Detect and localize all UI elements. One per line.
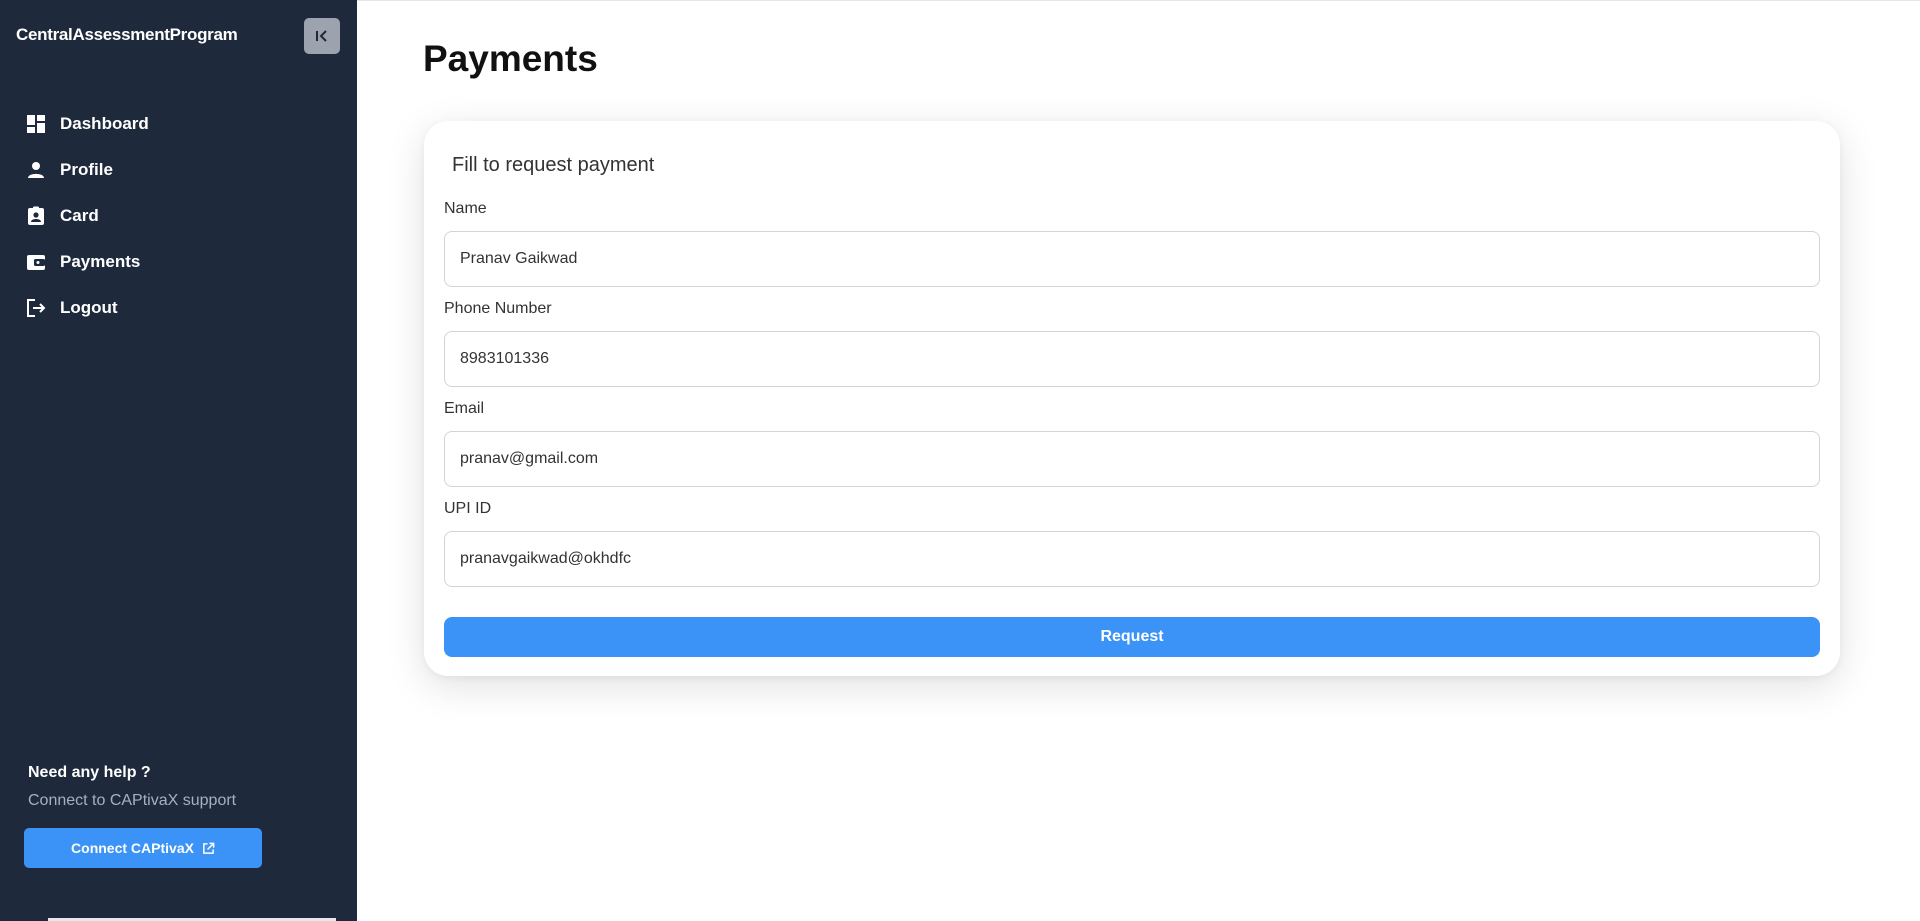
request-button[interactable]: Request bbox=[444, 617, 1820, 657]
phone-number-label: Phone Number bbox=[444, 300, 552, 317]
sidebar-item-label: Card bbox=[60, 206, 99, 225]
logout-icon bbox=[25, 297, 47, 319]
sidebar-item-payments[interactable]: Payments bbox=[0, 239, 357, 285]
connect-support-button[interactable]: Connect CAPtivaX bbox=[24, 828, 262, 868]
sidebar: CentralAssessmentProgram Dashboard Profi… bbox=[0, 0, 357, 921]
external-link-icon bbox=[202, 842, 215, 855]
payment-request-card: Fill to request payment Name Phone Numbe… bbox=[424, 121, 1840, 676]
email-label: Email bbox=[444, 400, 485, 417]
sidebar-item-dashboard[interactable]: Dashboard bbox=[0, 101, 357, 147]
sidebar-item-label: Profile bbox=[60, 160, 113, 179]
collapse-left-icon bbox=[314, 28, 330, 44]
phone-number-field[interactable] bbox=[444, 331, 1820, 387]
sidebar-item-profile[interactable]: Profile bbox=[0, 147, 357, 193]
id-card-icon bbox=[25, 205, 47, 227]
wallet-icon bbox=[25, 251, 47, 273]
help-title: Need any help ? bbox=[28, 764, 151, 781]
sidebar-item-label: Payments bbox=[60, 252, 141, 271]
page-title: Payments bbox=[423, 38, 598, 79]
brand-name: CentralAssessmentProgram bbox=[16, 25, 238, 44]
sidebar-item-label: Logout bbox=[60, 298, 118, 317]
help-section: Need any help ? Connect to CAPtivaX supp… bbox=[24, 764, 324, 810]
name-field[interactable] bbox=[444, 231, 1820, 287]
sidebar-nav: Dashboard Profile Card Payments Logout bbox=[0, 101, 357, 331]
upi-id-label: UPI ID bbox=[444, 500, 492, 517]
top-divider bbox=[357, 0, 1920, 1]
email-field[interactable] bbox=[444, 431, 1820, 487]
connect-support-label: Connect CAPtivaX bbox=[71, 840, 194, 856]
person-icon bbox=[25, 159, 47, 181]
sidebar-item-card[interactable]: Card bbox=[0, 193, 357, 239]
name-label: Name bbox=[444, 200, 487, 217]
upi-id-field[interactable] bbox=[444, 531, 1820, 587]
collapse-sidebar-button[interactable] bbox=[304, 18, 340, 54]
help-subtitle: Connect to CAPtivaX support bbox=[28, 792, 237, 809]
sidebar-item-label: Dashboard bbox=[60, 114, 149, 133]
dashboard-icon bbox=[25, 113, 47, 135]
form-heading: Fill to request payment bbox=[452, 154, 655, 176]
sidebar-item-logout[interactable]: Logout bbox=[0, 285, 357, 331]
